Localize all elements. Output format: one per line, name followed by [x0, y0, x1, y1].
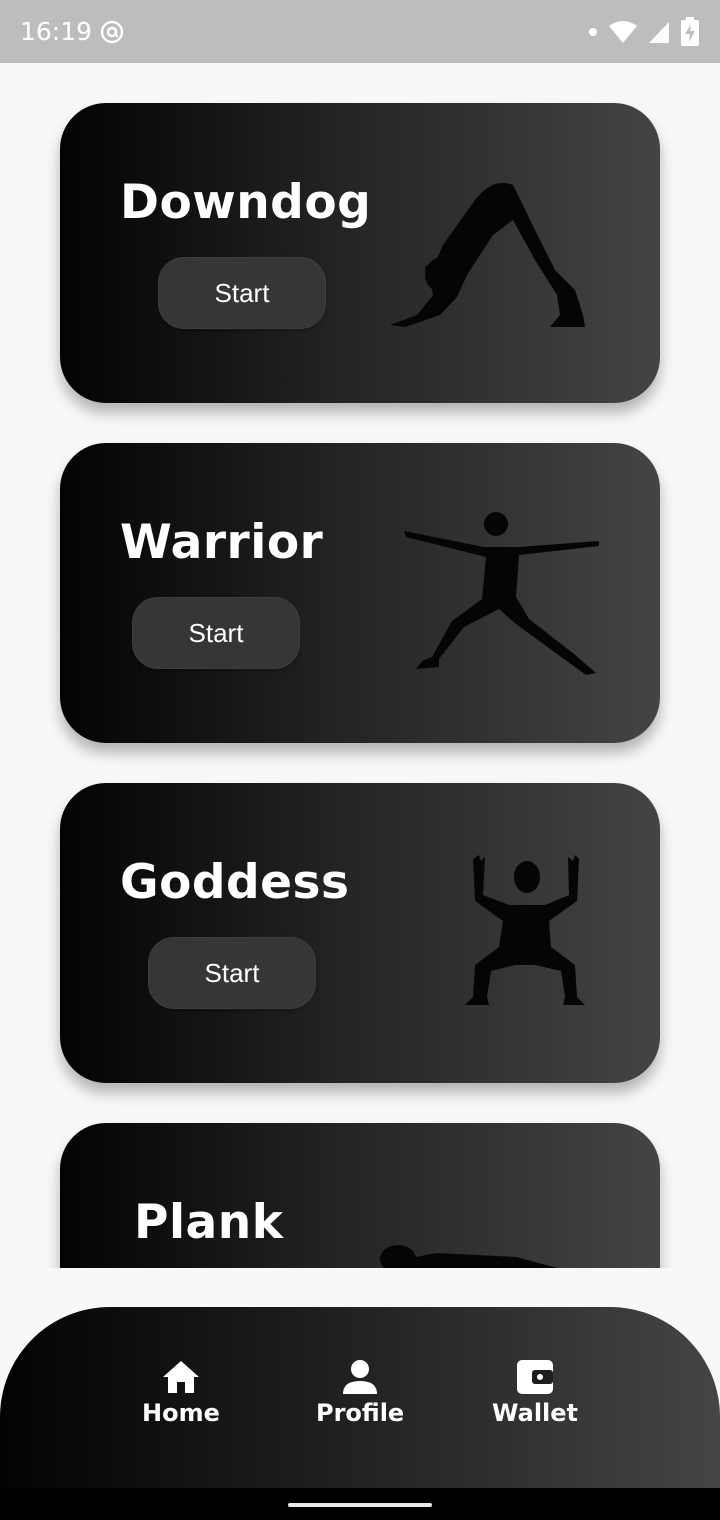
nav-item-home[interactable]: Home [142, 1359, 220, 1427]
start-button[interactable]: Start [132, 597, 300, 669]
home-icon [162, 1361, 199, 1393]
home-indicator[interactable] [288, 1503, 432, 1507]
nav-label: Profile [316, 1399, 405, 1427]
card-title: Downdog [120, 175, 372, 230]
status-bar: 16:19 [0, 0, 720, 63]
card-title: Goddess [120, 855, 350, 910]
goddess-silhouette-icon [465, 855, 585, 1005]
person-icon [343, 1360, 378, 1394]
status-right [588, 16, 700, 47]
wallet-icon [517, 1360, 553, 1394]
warrior-silhouette-icon [404, 512, 599, 675]
plank-silhouette-icon [380, 1245, 558, 1268]
signal-icon [649, 21, 669, 43]
pose-list[interactable]: Downdog Start Warrior Start Goddess Star… [0, 63, 720, 1268]
pose-card-warrior[interactable]: Warrior Start [60, 443, 660, 743]
nav-item-profile[interactable]: Profile [316, 1359, 404, 1427]
pose-card-plank[interactable]: Plank [60, 1123, 660, 1268]
pose-card-goddess[interactable]: Goddess Start [60, 783, 660, 1083]
at-sign-icon [100, 20, 124, 43]
wifi-icon [609, 20, 637, 43]
card-title: Plank [134, 1195, 284, 1250]
start-button[interactable]: Start [158, 257, 326, 329]
battery-charging-icon [681, 16, 699, 46]
nav-item-wallet[interactable]: Wallet [492, 1359, 578, 1427]
status-time: 16:19 [20, 17, 93, 46]
card-title: Warrior [120, 515, 324, 570]
nav-label: Home [142, 1399, 220, 1427]
downdog-silhouette-icon [390, 182, 585, 327]
status-left: 16:19 [20, 17, 124, 46]
bottom-navigation: Home Profile Wallet [0, 1307, 720, 1488]
pose-card-downdog[interactable]: Downdog Start [60, 103, 660, 403]
start-button[interactable]: Start [148, 937, 316, 1009]
dot-icon [589, 27, 597, 36]
nav-label: Wallet [492, 1399, 579, 1427]
